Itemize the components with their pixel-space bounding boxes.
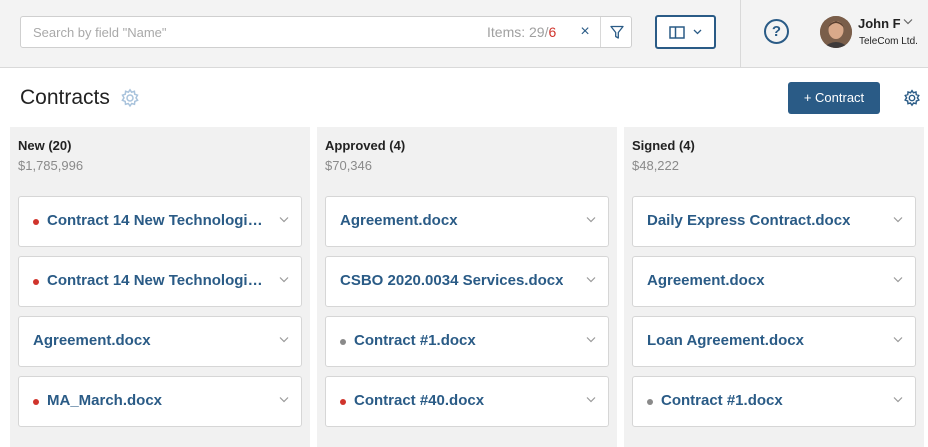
contract-card[interactable]: Agreement.docx [325, 196, 609, 247]
contract-card[interactable]: Agreement.docx [18, 316, 302, 367]
user-photo-icon [820, 16, 852, 48]
contract-name: Loan Agreement.docx [647, 332, 804, 349]
chevron-down-icon[interactable] [279, 396, 289, 403]
items-filtered: 6 [548, 24, 557, 40]
kanban-column: Signed (4) $48,222 Daily Express Contract.… [624, 127, 924, 447]
chevron-down-icon [693, 29, 702, 35]
contract-card[interactable]: MA_March.docx [18, 376, 302, 427]
column-sum: $70,346 [325, 158, 372, 173]
chevron-down-icon[interactable] [279, 276, 289, 283]
contract-name: MA_March.docx [47, 392, 163, 409]
contract-name: Daily Express Contract.docx [647, 212, 851, 229]
user-name[interactable]: John F [858, 16, 901, 31]
contract-name: Contract #1.docx [661, 392, 783, 409]
kanban-column: Approved (4) $70,346 Agreement.docx CSBO 20… [317, 127, 617, 447]
top-bar: Items: 29/6 × ? John F TeleCom Ltd. [0, 0, 928, 68]
column-sum: $1,785,996 [18, 158, 84, 173]
chevron-down-icon[interactable] [279, 336, 289, 343]
clear-search-button[interactable]: × [573, 20, 597, 44]
add-contract-button[interactable]: + Contract [788, 82, 880, 114]
contract-card[interactable]: Contract 14 New Technologies... [18, 196, 302, 247]
chevron-down-icon[interactable] [893, 216, 903, 223]
column-title: Approved (4) [325, 138, 406, 153]
chevron-down-icon[interactable] [893, 396, 903, 403]
contract-name: Contract 14 New Technologies... [47, 272, 265, 289]
contract-name: Agreement.docx [33, 332, 151, 349]
user-company: TeleCom Ltd. [859, 36, 918, 47]
column-title: New (20) [18, 138, 72, 153]
status-dot [340, 339, 346, 345]
contract-card[interactable]: Loan Agreement.docx [632, 316, 916, 367]
chevron-down-icon[interactable] [893, 336, 903, 343]
contract-card[interactable]: Contract #1.docx [632, 376, 916, 427]
contract-name: Contract #1.docx [354, 332, 476, 349]
toolbar-divider [740, 0, 741, 68]
filter-button[interactable] [600, 17, 632, 47]
contract-card[interactable]: Contract #40.docx [325, 376, 609, 427]
gear-icon[interactable] [120, 88, 140, 108]
view-mode-button[interactable] [655, 15, 716, 49]
column-title: Signed (4) [632, 138, 695, 153]
contract-card[interactable]: CSBO 2020.0034 Services.docx [325, 256, 609, 307]
columns-view-icon [669, 25, 685, 39]
contract-name: Contract #40.docx [354, 392, 485, 409]
search-box: Items: 29/6 × [20, 16, 632, 48]
status-dot [33, 219, 39, 225]
column-sum: $48,222 [632, 158, 679, 173]
chevron-down-icon[interactable] [893, 276, 903, 283]
items-total: Items: 29 [487, 24, 545, 40]
filter-icon [609, 25, 624, 39]
avatar[interactable] [820, 16, 852, 48]
chevron-down-icon[interactable] [586, 336, 596, 343]
settings-gear-icon[interactable] [903, 89, 921, 107]
contract-card[interactable]: Contract 14 New Technologies... [18, 256, 302, 307]
chevron-down-icon[interactable] [586, 396, 596, 403]
chevron-down-icon[interactable] [279, 216, 289, 223]
status-dot [647, 399, 653, 405]
contract-name: Contract 14 New Technologies... [47, 212, 265, 229]
contract-card[interactable]: Contract #1.docx [325, 316, 609, 367]
status-dot [33, 399, 39, 405]
contract-card[interactable]: Daily Express Contract.docx [632, 196, 916, 247]
kanban-column: New (20) $1,785,996 Contract 14 New Techno… [10, 127, 310, 447]
status-dot [33, 279, 39, 285]
chevron-down-icon[interactable] [903, 18, 913, 25]
chevron-down-icon[interactable] [586, 216, 596, 223]
chevron-down-icon[interactable] [586, 276, 596, 283]
help-button[interactable]: ? [764, 19, 789, 44]
contract-name: CSBO 2020.0034 Services.docx [340, 272, 564, 289]
items-count: Items: 29/6 [487, 24, 556, 40]
contract-name: Agreement.docx [647, 272, 765, 289]
contract-name: Agreement.docx [340, 212, 458, 229]
status-dot [340, 399, 346, 405]
page-title: Contracts [20, 86, 110, 109]
contract-card[interactable]: Agreement.docx [632, 256, 916, 307]
search-input[interactable] [21, 17, 461, 47]
